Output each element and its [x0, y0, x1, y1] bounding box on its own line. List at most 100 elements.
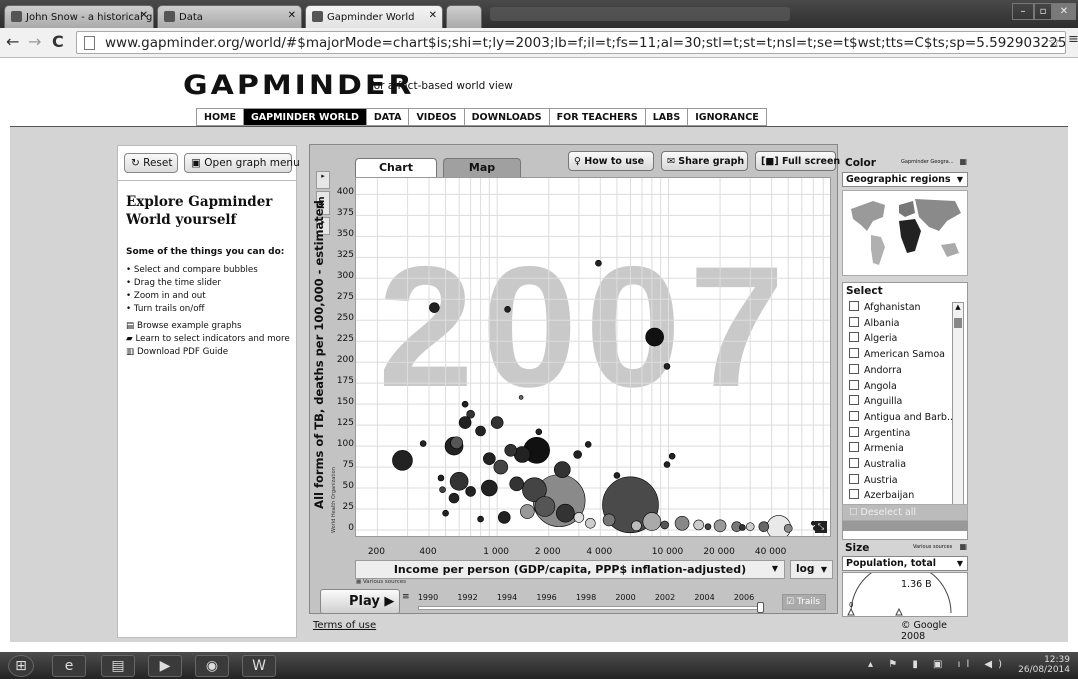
country-bubble[interactable] — [520, 504, 535, 519]
tab-chart[interactable]: Chart — [355, 158, 437, 177]
reload-icon[interactable]: C — [52, 32, 64, 51]
maximize-icon[interactable]: ▫ — [1034, 3, 1052, 20]
country-bubble[interactable] — [461, 400, 469, 408]
country-bubble[interactable] — [573, 450, 582, 459]
scroll-thumb[interactable] — [954, 318, 962, 328]
country-checkbox-item[interactable]: Andorra — [849, 363, 902, 376]
grid-icon[interactable]: ▦ — [959, 157, 967, 166]
country-checkbox-item[interactable]: Austria — [849, 473, 898, 486]
country-bubble[interactable] — [490, 416, 504, 429]
media-player-icon[interactable]: ▶ — [148, 655, 182, 677]
checkbox-icon[interactable] — [849, 473, 859, 484]
size-source-label[interactable]: Various sources — [913, 544, 952, 550]
country-bubble[interactable] — [437, 474, 445, 482]
chevron-down-icon[interactable]: ▼ — [957, 175, 963, 184]
country-bubble[interactable] — [663, 363, 671, 370]
country-bubble[interactable] — [466, 409, 475, 419]
x-axis-selector[interactable]: Income per person (GDP/capita, PPP$ infl… — [355, 560, 785, 579]
country-bubble[interactable] — [585, 517, 596, 529]
chevron-down-icon[interactable]: ▼ — [957, 559, 963, 568]
trails-checkbox[interactable]: ☑ Trails — [782, 594, 826, 610]
checkbox-icon[interactable] — [849, 363, 859, 374]
country-bubble[interactable] — [483, 452, 496, 465]
country-checkbox-item[interactable]: American Samoa — [849, 348, 945, 360]
tab-map[interactable]: Map — [443, 158, 521, 177]
country-bubble[interactable] — [419, 440, 427, 447]
minimize-icon[interactable]: – — [1012, 3, 1034, 20]
close-tab-icon[interactable]: ✕ — [140, 10, 148, 21]
country-bubble[interactable] — [504, 306, 511, 313]
checkbox-icon[interactable] — [849, 458, 859, 468]
country-bubble[interactable] — [392, 450, 413, 471]
checkbox-icon[interactable] — [849, 301, 859, 311]
system-tray-icons[interactable]: ▴ ⚑ ▮ ▣ ıl ◀) — [868, 659, 1008, 670]
time-slider[interactable]: 1990 1992 1994 1996 1998 2000 2002 2004 2006 — [418, 593, 764, 613]
checkbox-icon[interactable] — [849, 395, 859, 406]
slider-handle[interactable] — [757, 602, 764, 613]
country-checkbox-item[interactable]: Antigua and Barb... — [849, 410, 956, 423]
menu-videos[interactable]: VIDEOS — [409, 109, 465, 125]
country-bubble[interactable] — [713, 519, 727, 533]
internet-explorer-icon[interactable]: e — [52, 655, 86, 677]
country-bubble[interactable] — [493, 459, 509, 475]
country-bubble[interactable] — [442, 509, 449, 517]
bookmark-star-icon[interactable]: ☆ — [1048, 33, 1061, 51]
size-gauge[interactable]: 1.36 B 0 — [842, 562, 968, 617]
open-graph-menu-button[interactable]: ▣ Open graph menu — [184, 153, 300, 173]
country-bubble[interactable] — [668, 452, 676, 460]
menu-ignorance[interactable]: IGNORANCE — [688, 109, 765, 125]
checkbox-icon[interactable] — [849, 316, 859, 327]
country-bubble[interactable] — [660, 520, 669, 530]
country-bubble[interactable] — [439, 486, 446, 494]
country-bubble[interactable] — [475, 425, 486, 437]
how-to-use-button[interactable]: ♀ How to use — [568, 151, 654, 171]
full-screen-button[interactable]: [■] Full screen — [755, 151, 840, 171]
checkbox-icon[interactable] — [849, 426, 859, 437]
country-bubble[interactable] — [458, 416, 472, 429]
learn-indicators-link[interactable]: ▰ Learn to select indicators and more — [126, 334, 290, 344]
country-bubble[interactable] — [693, 519, 704, 531]
country-bubble[interactable] — [573, 512, 585, 523]
plot-area[interactable]: 2007 ⤡ — [355, 177, 831, 537]
address-bar[interactable]: www.gapminder.org/world/#$majorMode=char… — [76, 31, 1066, 54]
country-bubble[interactable] — [595, 259, 602, 267]
share-graph-button[interactable]: ✉ Share graph — [661, 151, 748, 171]
windows-start-icon[interactable]: ⊞ — [8, 655, 34, 677]
country-bubble[interactable] — [497, 511, 511, 524]
word-icon[interactable]: W — [242, 655, 276, 677]
country-checkbox-item[interactable]: Anguilla — [849, 395, 902, 407]
country-bubble[interactable] — [745, 522, 755, 531]
browse-examples-link[interactable]: ▤ Browse example graphs — [126, 321, 242, 331]
country-bubble[interactable] — [584, 441, 592, 448]
scatter-plot[interactable] — [356, 178, 831, 537]
country-bubble[interactable] — [602, 513, 616, 527]
country-bubble[interactable] — [535, 428, 543, 436]
country-checkbox-item[interactable]: Algeria — [849, 332, 897, 344]
country-bubble[interactable] — [450, 436, 463, 450]
zoom-icon[interactable]: ⤡ — [815, 521, 827, 533]
new-tab-button[interactable] — [446, 5, 482, 28]
country-bubble[interactable] — [674, 515, 690, 531]
country-bubble[interactable] — [663, 461, 671, 468]
country-checkbox-item[interactable]: Armenia — [849, 442, 904, 454]
menu-labs[interactable]: LABS — [646, 109, 689, 125]
country-bubble[interactable] — [645, 327, 664, 347]
checkbox-icon[interactable] — [849, 442, 859, 453]
x-scale-selector[interactable]: log ▼ — [790, 560, 833, 579]
forward-arrow-icon[interactable]: → — [28, 32, 41, 51]
checkbox-icon[interactable] — [849, 489, 859, 500]
checkbox-icon[interactable] — [849, 410, 859, 421]
chrome-icon[interactable]: ◉ — [195, 655, 229, 677]
country-bubble[interactable] — [631, 520, 642, 532]
clock[interactable]: 12:39 26/08/2014 — [1018, 655, 1070, 675]
terms-link[interactable]: Terms of use — [313, 620, 376, 631]
color-source-label[interactable]: Gapminder Geogra... — [901, 159, 954, 165]
country-checkbox-item[interactable]: Angola — [849, 379, 897, 392]
close-tab-icon[interactable]: ✕ — [288, 10, 296, 21]
menu-home[interactable]: HOME — [197, 109, 244, 125]
country-bubble[interactable] — [448, 492, 460, 504]
country-bubble[interactable] — [613, 472, 621, 479]
checkbox-icon[interactable] — [849, 348, 859, 359]
browser-tab-data[interactable]: Data ✕ — [157, 5, 302, 28]
country-bubble[interactable] — [449, 472, 469, 491]
